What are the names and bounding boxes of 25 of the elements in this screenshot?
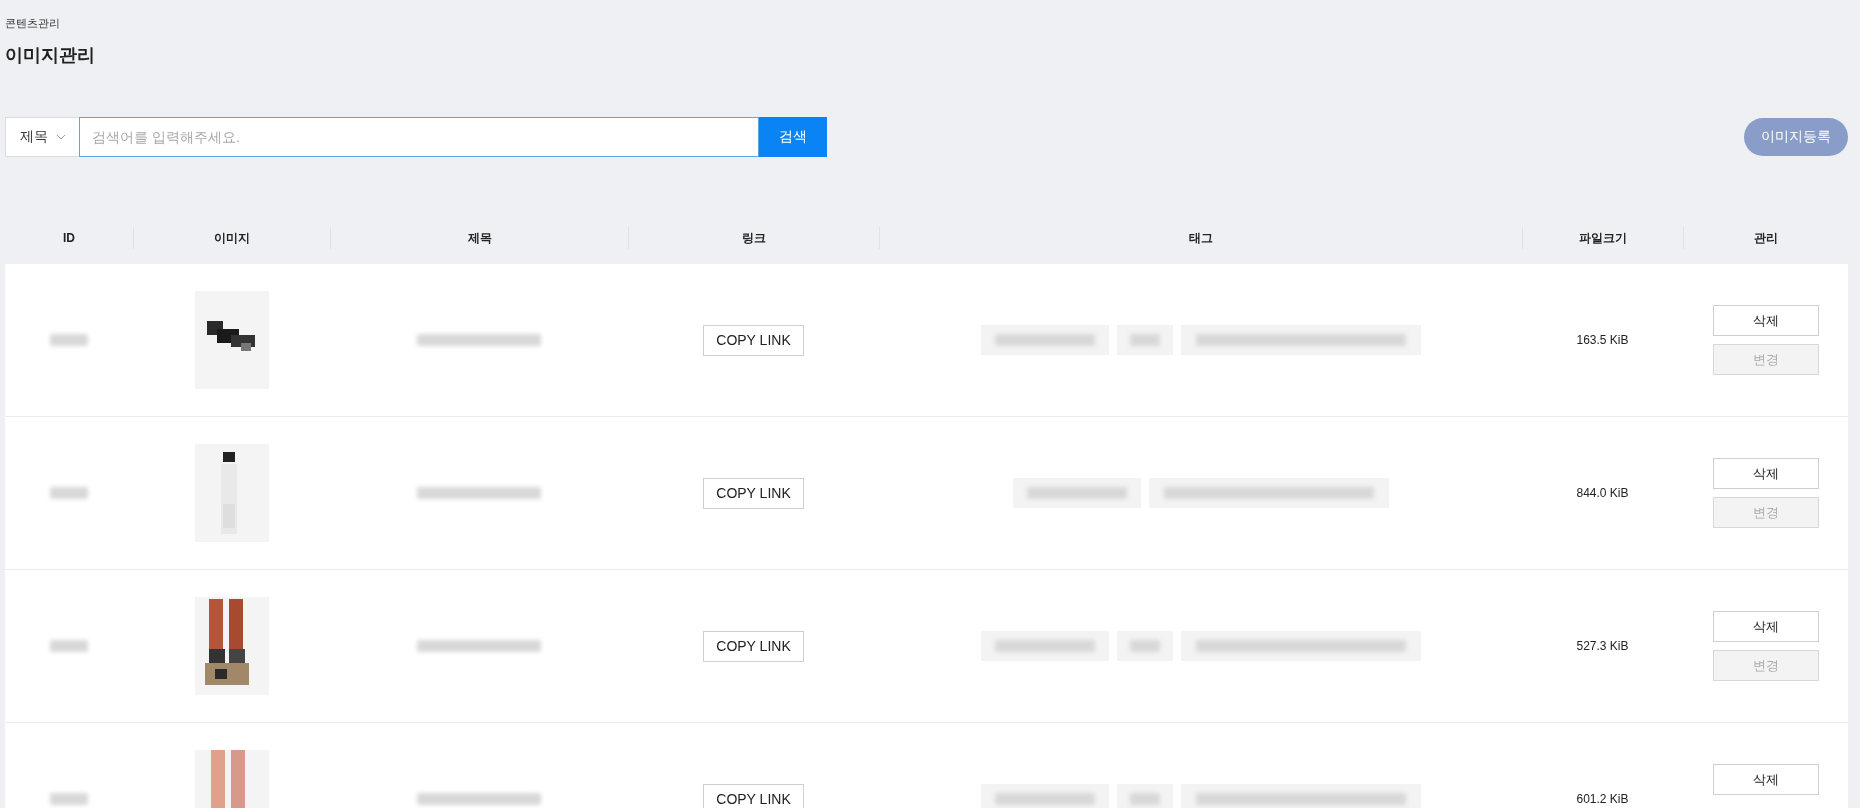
column-header: 이미지 [133, 226, 330, 249]
filter-select[interactable]: 제목 [5, 117, 79, 157]
copy-link-button[interactable]: COPY LINK [703, 630, 804, 662]
copy-link-button[interactable]: COPY LINK [703, 477, 804, 509]
column-header: 파일크기 [1522, 226, 1683, 249]
delete-button[interactable]: 삭제 [1712, 305, 1819, 336]
delete-button[interactable]: 삭제 [1712, 764, 1819, 795]
copy-link-button[interactable]: COPY LINK [703, 783, 804, 808]
delete-button[interactable]: 삭제 [1712, 458, 1819, 489]
copy-link-button[interactable]: COPY LINK [703, 324, 804, 356]
page-title: 이미지관리 [5, 44, 96, 67]
chevron-down-icon [55, 134, 66, 140]
delete-button[interactable]: 삭제 [1712, 611, 1819, 642]
file-size: 601.2 KiB [1576, 792, 1629, 806]
file-size: 527.3 KiB [1576, 639, 1629, 653]
column-header: 제목 [330, 226, 628, 249]
column-header: 링크 [628, 226, 879, 249]
breadcrumb: 콘텐츠관리 [5, 16, 61, 31]
column-header: ID [62, 229, 76, 247]
column-header: 태그 [879, 226, 1522, 249]
column-header: 관리 [1683, 226, 1848, 249]
file-size: 844.0 KiB [1576, 486, 1629, 500]
file-size: 163.5 KiB [1576, 333, 1629, 347]
search-field[interactable]: 검색어를 입력해주세요. [79, 117, 759, 157]
search-button[interactable]: 검색 [759, 117, 827, 157]
